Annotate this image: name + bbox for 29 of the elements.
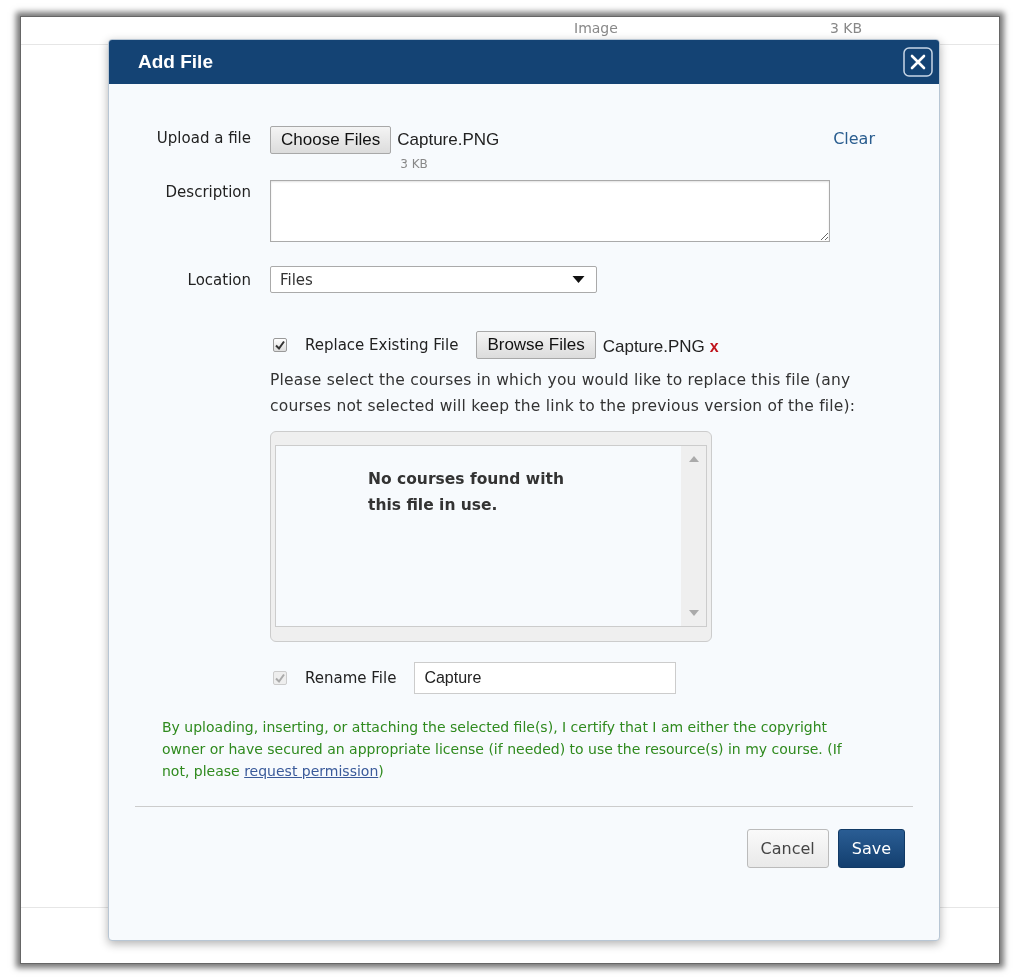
scroll-up-icon[interactable] <box>688 456 699 462</box>
field-label: Upload a file <box>155 128 251 147</box>
clear-link[interactable]: Clear <box>833 126 875 148</box>
save-button[interactable]: Save <box>837 829 905 868</box>
file-size: 3 KB <box>400 157 429 171</box>
checkbox[interactable] <box>273 338 287 352</box>
empty-message: No courses found with this file in use. <box>368 469 565 516</box>
description-field[interactable] <box>270 180 830 242</box>
checkbox-label: Replace Existing File <box>305 336 459 354</box>
instructions-text: Please select the courses in which you would like to replace this file (any courses not selected will keep the link to the previous version of the file): <box>270 370 857 417</box>
table-cell-text: Image <box>574 19 619 37</box>
scroll-down-icon[interactable] <box>688 610 699 616</box>
disclaimer-text: By uploading, inserting, or attaching the selected file(s), I certify that I am either the copyright owner or have secured an appropriate license (if needed) to use the resource(s) in my course. (If not, please request permission) <box>162 718 843 781</box>
checkbox-label: Rename File <box>305 669 397 687</box>
remove-file-button[interactable]: x <box>709 334 719 356</box>
cancel-button[interactable]: Cancel <box>746 829 829 868</box>
request-permission-link[interactable]: request permission <box>244 763 379 779</box>
table-cell: 3 KB <box>830 19 863 37</box>
file-name: Capture.PNG <box>602 336 705 357</box>
choose-files-button[interactable]: Choose Files <box>270 126 392 154</box>
scrollbar[interactable] <box>681 446 706 626</box>
field-label: Location <box>186 270 251 289</box>
close-icon[interactable] <box>903 47 933 77</box>
dialog-title: Add File <box>138 51 213 73</box>
field-label: Description <box>164 182 251 201</box>
file-name: Capture.PNG <box>397 129 500 150</box>
location-dropdown[interactable]: Files <box>270 266 597 293</box>
caret-icon <box>572 276 585 283</box>
browse-files-button[interactable]: Browse Files <box>476 331 596 359</box>
